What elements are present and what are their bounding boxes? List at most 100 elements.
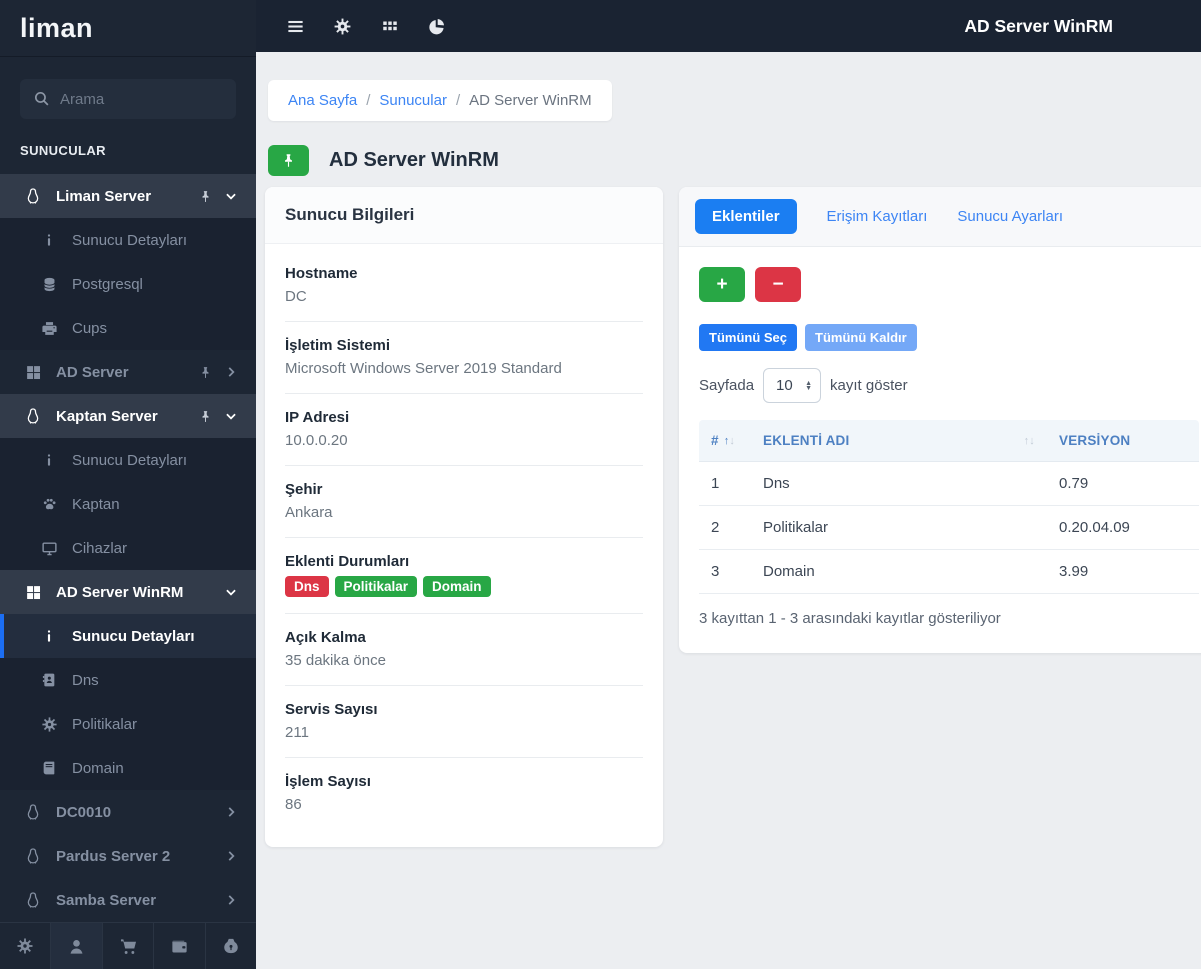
sidebar-item-domain[interactable]: Domain xyxy=(0,746,256,790)
menu-icon[interactable] xyxy=(272,0,319,52)
settings-icon[interactable] xyxy=(0,923,52,969)
server-info-card-title: Sunucu Bilgileri xyxy=(265,187,663,244)
table-row[interactable]: 2 Politikalar 0.20.04.09 xyxy=(699,506,1199,550)
sidebar-item-ad-server-winrm[interactable]: AD Server WinRM xyxy=(0,570,256,614)
chevron-right-icon xyxy=(224,893,238,907)
sort-desc-icon: ↓ xyxy=(1029,434,1035,447)
printer-icon xyxy=(38,320,60,337)
breadcrumb-link-servers[interactable]: Sunucular xyxy=(379,92,447,109)
breadcrumb: Ana Sayfa / Sunucular / AD Server WinRM xyxy=(268,80,612,121)
wallet-icon[interactable] xyxy=(154,923,206,969)
tux-icon xyxy=(22,407,44,425)
page-size-prefix: Sayfada xyxy=(699,377,755,394)
pin-icon[interactable] xyxy=(199,410,212,423)
tux-icon xyxy=(22,847,44,865)
status-badge-politikalar: Politikalar xyxy=(334,576,418,597)
main-content: Ana Sayfa / Sunucular / AD Server WinRM … xyxy=(256,52,1201,969)
pie-chart-icon[interactable] xyxy=(413,0,460,52)
sidebar-item-pardus-server-2[interactable]: Pardus Server 2 xyxy=(0,834,256,878)
plugins-panel-card: Eklentiler Erişim Kayıtları Sunucu Ayarl… xyxy=(679,187,1201,653)
field-process-count: İşlem Sayısı 86 xyxy=(285,773,371,813)
status-badge-dns: Dns xyxy=(285,576,329,597)
sort-desc-icon: ↓ xyxy=(729,434,736,447)
tux-icon xyxy=(22,187,44,205)
panel-tabs: Eklentiler Erişim Kayıtları Sunucu Ayarl… xyxy=(679,187,1201,247)
info-icon xyxy=(38,452,60,468)
profile-icon[interactable] xyxy=(51,923,103,969)
top-navbar: AD Server WinRM xyxy=(256,0,1201,52)
sidebar-item-cihazlar[interactable]: Cihazlar xyxy=(0,526,256,570)
sidebar-item-sunucu-detaylari[interactable]: Sunucu Detayları xyxy=(0,218,256,262)
field-ip: IP Adresi 10.0.0.20 xyxy=(285,394,643,466)
field-hostname: Hostname DC xyxy=(285,250,643,322)
field-service-count: Servis Sayısı 211 xyxy=(285,686,643,758)
sidebar-item-kaptan-server[interactable]: Kaptan Server xyxy=(0,394,256,438)
sidebar-item-samba-server[interactable]: Samba Server xyxy=(0,878,256,922)
table-row[interactable]: 1 Dns 0.79 xyxy=(699,462,1199,506)
apps-grid-icon[interactable] xyxy=(366,0,413,52)
sidebar-item-liman-server[interactable]: Liman Server xyxy=(0,174,256,218)
search-input[interactable] xyxy=(20,79,236,119)
sidebar-item-kaptan[interactable]: Kaptan xyxy=(0,482,256,526)
pin-icon[interactable] xyxy=(199,190,212,203)
breadcrumb-separator: / xyxy=(366,92,371,109)
search-icon xyxy=(33,90,50,107)
monitor-icon xyxy=(38,540,60,557)
info-icon xyxy=(38,232,60,248)
navbar-title: AD Server WinRM xyxy=(964,15,1113,36)
field-plugin-status: Eklenti Durumları Dns Politikalar Domain xyxy=(285,538,643,614)
table-records-info: 3 kayıttan 1 - 3 arasındaki kayıtlar gös… xyxy=(699,610,1001,627)
chevron-right-icon xyxy=(224,805,238,819)
sidebar-footer xyxy=(0,922,256,969)
chevron-down-icon xyxy=(224,409,238,423)
sidebar-item-politikalar[interactable]: Politikalar xyxy=(0,702,256,746)
brand-logo[interactable]: liman xyxy=(0,0,256,57)
select-arrows-icon: ▲ ▼ xyxy=(805,379,813,392)
breadcrumb-separator: / xyxy=(455,92,461,109)
server-info-card: Sunucu Bilgileri Hostname DC İşletim Sis… xyxy=(265,187,663,847)
column-header-name[interactable]: EKLENTİ ADI ↑ ↓ xyxy=(751,420,1047,461)
add-plugin-button[interactable]: + xyxy=(699,267,745,302)
pin-icon xyxy=(281,153,296,168)
database-icon xyxy=(38,276,60,293)
field-city: Şehir Ankara xyxy=(285,466,643,538)
tab-eklentiler[interactable]: Eklentiler xyxy=(695,199,797,234)
remove-plugin-button[interactable]: − xyxy=(755,267,801,302)
tux-icon xyxy=(22,891,44,909)
store-cart-icon[interactable] xyxy=(103,923,155,969)
field-uptime: Açık Kalma 35 dakika önce xyxy=(285,614,643,686)
page-size-select[interactable]: 10 ▲ ▼ xyxy=(763,368,822,403)
sidebar-item-sunucu-detaylari-active[interactable]: Sunucu Detayları xyxy=(0,614,256,658)
sidebar-search xyxy=(20,79,236,119)
sort-icons: ↑ ↓ xyxy=(1024,435,1035,447)
vault-icon[interactable] xyxy=(206,923,256,969)
tab-sunucu-ayarlari[interactable]: Sunucu Ayarları xyxy=(957,208,1063,225)
sidebar-item-sunucu-detaylari[interactable]: Sunucu Detayları xyxy=(0,438,256,482)
sidebar-item-cups[interactable]: Cups xyxy=(0,306,256,350)
column-header-num[interactable]: # ↑ ↓ xyxy=(699,420,751,461)
sidebar-item-dc0010[interactable]: DC0010 xyxy=(0,790,256,834)
chevron-down-icon xyxy=(224,189,238,203)
breadcrumb-link-home[interactable]: Ana Sayfa xyxy=(288,92,357,109)
tux-icon xyxy=(22,803,44,821)
breadcrumb-current: AD Server WinRM xyxy=(469,92,592,109)
book-icon xyxy=(38,760,60,776)
page-size-suffix: kayıt göster xyxy=(830,377,908,394)
favorite-pin-button[interactable] xyxy=(268,145,309,176)
page-title-row: AD Server WinRM xyxy=(268,145,1201,176)
sidebar-item-postgresql[interactable]: Postgresql xyxy=(0,262,256,306)
plugins-table-header: # ↑ ↓ EKLENTİ ADI ↑ ↓ VERSİYON xyxy=(699,420,1199,462)
table-row[interactable]: 3 Domain 3.99 xyxy=(699,550,1199,594)
tab-erisim-kayitlari[interactable]: Erişim Kayıtları xyxy=(827,208,928,225)
settings-icon[interactable] xyxy=(319,0,366,52)
chevron-right-icon xyxy=(224,365,238,379)
sidebar-section-title: SUNUCULAR xyxy=(20,143,106,158)
deselect-all-button[interactable]: Tümünü Kaldır xyxy=(805,324,917,351)
sidebar-item-ad-server[interactable]: AD Server xyxy=(0,350,256,394)
sidebar: liman SUNUCULAR Liman Server Sunucu Deta… xyxy=(0,0,256,969)
select-all-button[interactable]: Tümünü Seç xyxy=(699,324,798,351)
info-icon xyxy=(38,628,60,644)
pin-icon[interactable] xyxy=(199,366,212,379)
column-header-version[interactable]: VERSİYON xyxy=(1047,420,1199,461)
sidebar-item-dns[interactable]: Dns xyxy=(0,658,256,702)
